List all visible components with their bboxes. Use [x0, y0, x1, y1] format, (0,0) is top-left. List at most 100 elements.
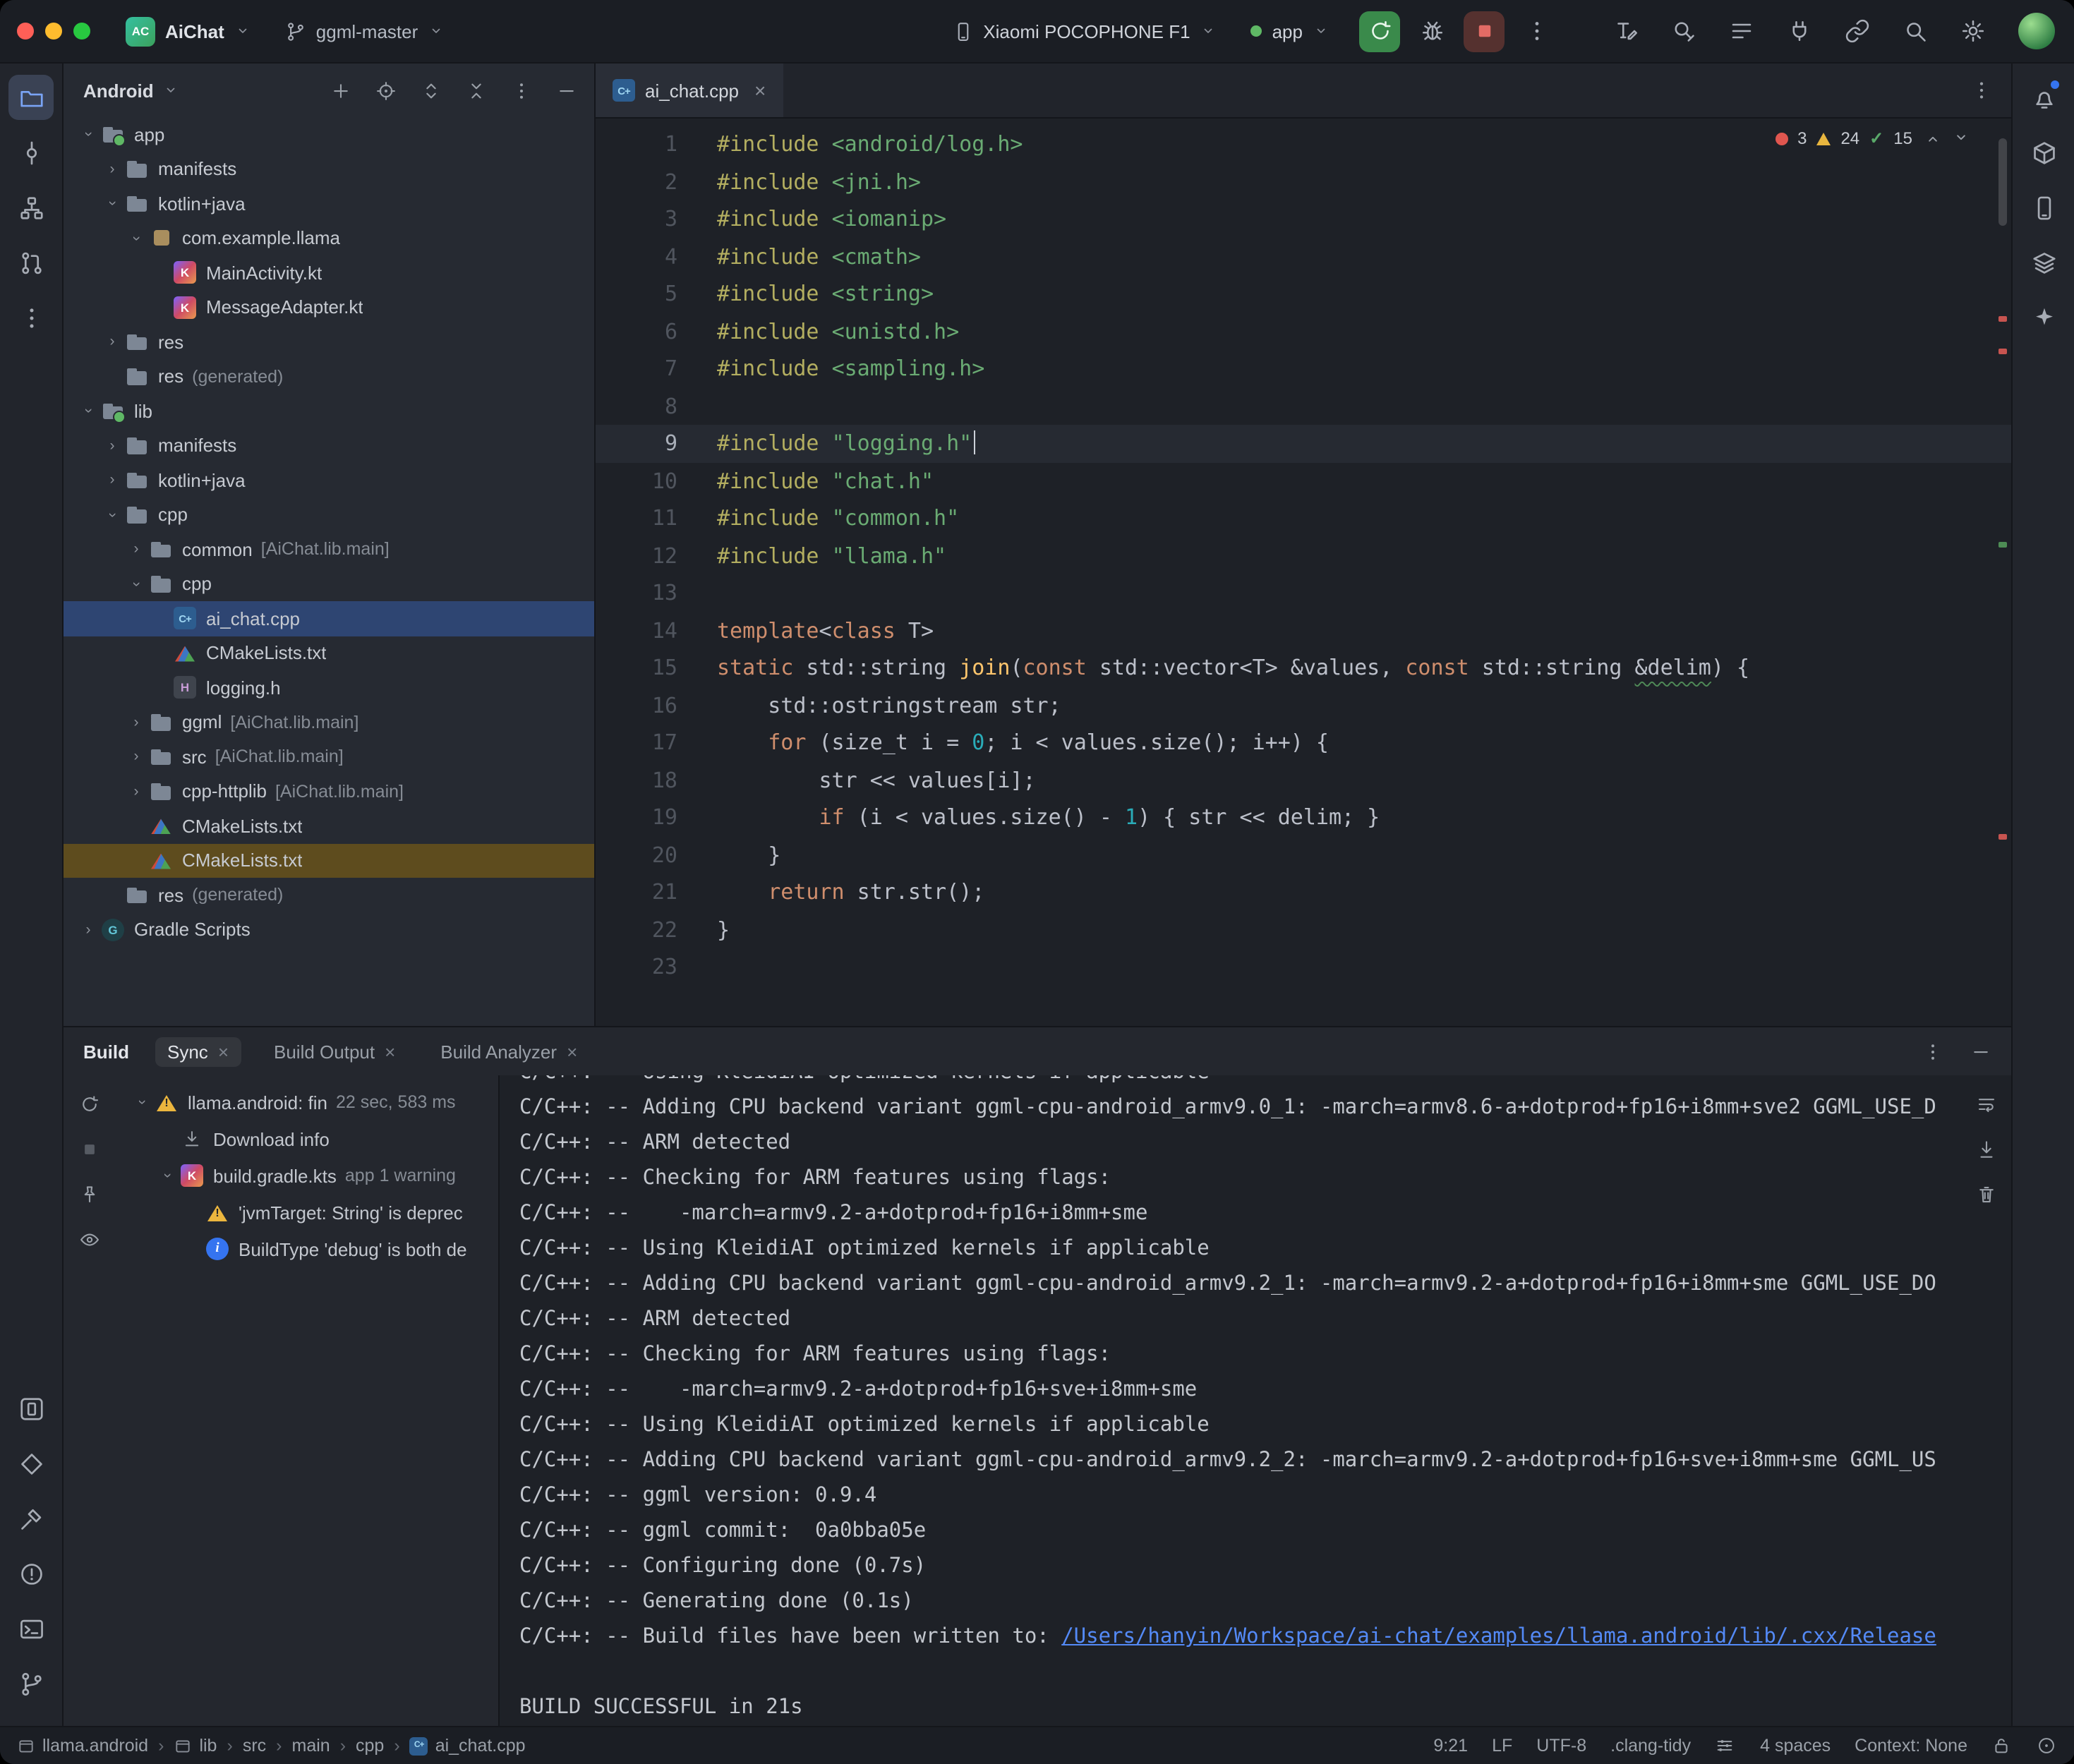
chevron-collapsed-icon[interactable]	[78, 922, 99, 938]
chevron-collapsed-icon[interactable]	[126, 783, 147, 800]
code-line[interactable]: 14template<class T>	[596, 612, 2011, 649]
rename-refactor-icon[interactable]	[1605, 11, 1646, 52]
project-folder-icon[interactable]	[8, 75, 54, 120]
code-line[interactable]: 20 }	[596, 836, 2011, 874]
code-line[interactable]: 6#include <unistd.h>	[596, 313, 2011, 350]
chevron-collapsed-icon[interactable]	[126, 714, 147, 731]
code-line[interactable]: 2#include <jni.h>	[596, 163, 2011, 200]
more-icon[interactable]	[8, 295, 54, 340]
editor-options-icon[interactable]	[1966, 75, 1997, 106]
breadcrumb-item[interactable]: cpp	[356, 1736, 384, 1756]
tree-row[interactable]: cpp	[64, 497, 594, 532]
device-manager-icon[interactable]	[2021, 185, 2066, 230]
tree-row[interactable]: manifests	[64, 428, 594, 463]
code-line[interactable]: 11#include "common.h"	[596, 500, 2011, 537]
code-line[interactable]: 22}	[596, 911, 2011, 948]
tree-row[interactable]: kotlin+java	[64, 463, 594, 497]
code-line[interactable]: 9#include "logging.h"	[596, 425, 2011, 462]
chevron-collapsed-icon[interactable]	[102, 161, 123, 178]
rerun-app-button[interactable]	[1359, 11, 1400, 52]
indent-widget[interactable]: 4 spaces	[1760, 1736, 1831, 1756]
problems-icon[interactable]	[8, 1551, 54, 1596]
line-number[interactable]: 5	[596, 282, 717, 307]
tree-row[interactable]: C+ai_chat.cpp	[64, 601, 594, 636]
tree-row[interactable]: lib	[64, 394, 594, 428]
tree-row[interactable]: KMainActivity.kt	[64, 255, 594, 290]
editor-tab[interactable]: C+ ai_chat.cpp ×	[596, 64, 783, 117]
commit-icon[interactable]	[8, 130, 54, 175]
gradle-icon[interactable]	[2021, 130, 2066, 175]
tree-row[interactable]: iBuildType 'debug' is both de	[114, 1231, 498, 1267]
chevron-collapsed-icon[interactable]	[102, 437, 123, 454]
close-tab-icon[interactable]: ×	[385, 1041, 395, 1062]
tree-row[interactable]: CMakeLists.txt	[64, 843, 594, 878]
collapse-all-icon[interactable]	[462, 76, 490, 104]
console-link[interactable]: /Users/hanyin/Workspace/ai-chat/examples…	[1061, 1626, 1936, 1648]
line-number[interactable]: 10	[596, 469, 717, 494]
tree-row[interactable]: common[AiChat.lib.main]	[64, 532, 594, 567]
chevron-collapsed-icon[interactable]	[102, 472, 123, 489]
gemini-icon[interactable]	[2021, 295, 2066, 340]
stop-icon[interactable]	[75, 1135, 103, 1163]
line-number[interactable]: 14	[596, 618, 717, 644]
close-tab-icon[interactable]: ×	[754, 79, 766, 102]
build-icon[interactable]	[8, 1496, 54, 1541]
tree-row[interactable]: res	[64, 325, 594, 359]
project-widget[interactable]: AC AiChat	[116, 11, 261, 52]
next-problem-icon[interactable]	[1952, 128, 1972, 148]
line-number[interactable]: 16	[596, 693, 717, 718]
breadcrumb-item[interactable]: llama.android	[17, 1736, 148, 1756]
pull-requests-icon[interactable]	[8, 240, 54, 285]
link-icon[interactable]	[1836, 11, 1877, 52]
add-icon[interactable]	[326, 76, 354, 104]
code-line[interactable]: 4#include <cmath>	[596, 238, 2011, 275]
context-widget[interactable]: Context: None	[1855, 1736, 1967, 1756]
chevron-collapsed-icon[interactable]	[102, 334, 123, 351]
tree-row[interactable]: res(generated)	[64, 878, 594, 912]
build-tab-sync[interactable]: Sync×	[155, 1037, 241, 1066]
line-number[interactable]: 8	[596, 394, 717, 419]
line-number[interactable]: 1	[596, 132, 717, 157]
code-style-icon[interactable]	[1715, 1735, 1736, 1756]
file-encoding[interactable]: UTF-8	[1536, 1736, 1586, 1756]
line-number[interactable]: 12	[596, 543, 717, 569]
hide-build-icon[interactable]	[1966, 1037, 1994, 1065]
tree-row[interactable]: ggml[AiChat.lib.main]	[64, 705, 594, 739]
tree-row[interactable]: CMakeLists.txt	[64, 636, 594, 670]
tree-row[interactable]: res(generated)	[64, 359, 594, 394]
tree-row[interactable]: CMakeLists.txt	[64, 809, 594, 843]
breadcrumb-item[interactable]: C+ai_chat.cpp	[410, 1736, 526, 1756]
code-line[interactable]: 3#include <iomanip>	[596, 200, 2011, 238]
tree-row[interactable]: app	[64, 117, 594, 152]
more-actions-icon[interactable]	[1516, 11, 1557, 52]
chevron-expanded-icon[interactable]	[78, 126, 99, 143]
chevron-expanded-icon[interactable]	[131, 1094, 152, 1111]
code-line[interactable]: 7#include <sampling.h>	[596, 350, 2011, 387]
code-line[interactable]: 23	[596, 948, 2011, 986]
code-line[interactable]: 13	[596, 574, 2011, 612]
line-number[interactable]: 6	[596, 319, 717, 344]
line-number[interactable]: 3	[596, 207, 717, 232]
tree-row[interactable]: manifests	[64, 152, 594, 186]
settings-icon[interactable]	[1952, 11, 1993, 52]
breadcrumb-item[interactable]: src	[243, 1736, 266, 1756]
notifications-icon[interactable]	[2021, 75, 2066, 120]
build-options-icon[interactable]	[1918, 1037, 1946, 1065]
tree-row[interactable]: cpp-httplib[AiChat.lib.main]	[64, 774, 594, 809]
line-number[interactable]: 21	[596, 880, 717, 905]
clear-all-icon[interactable]	[1972, 1180, 2000, 1208]
line-number[interactable]: 2	[596, 169, 717, 195]
tree-row[interactable]: cpp	[64, 567, 594, 601]
run-configuration[interactable]: app	[1241, 15, 1339, 47]
hide-icon[interactable]	[552, 76, 580, 104]
breadcrumb-item[interactable]: lib	[174, 1736, 217, 1756]
breadcrumb-item[interactable]: main	[292, 1736, 330, 1756]
scroll-to-end-icon[interactable]	[1972, 1135, 2000, 1163]
structure-icon[interactable]	[8, 185, 54, 230]
inspections-widget[interactable]: 3 24 ✓ 15	[1775, 128, 1972, 148]
user-avatar[interactable]	[2018, 13, 2055, 49]
debug-button[interactable]	[1411, 11, 1452, 52]
tree-row[interactable]: 'jvmTarget: String' is deprec	[114, 1194, 498, 1231]
tree-row[interactable]: src[AiChat.lib.main]	[64, 739, 594, 774]
plugin-icon[interactable]	[1778, 11, 1819, 52]
